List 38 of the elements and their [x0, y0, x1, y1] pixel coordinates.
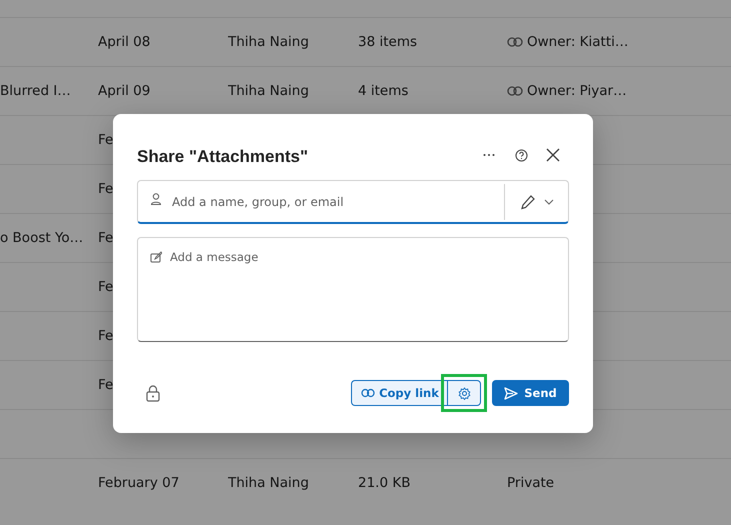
person-icon: [150, 192, 162, 204]
lock-icon: [146, 384, 160, 402]
message-field[interactable]: Add a message: [137, 237, 569, 342]
modified-date: Fe: [98, 181, 114, 197]
link-settings-button[interactable]: [447, 380, 481, 406]
sharing-status: Owner: Piyar…: [527, 83, 627, 99]
modified-date: April 08: [98, 34, 152, 50]
file-size: 4 items: [358, 83, 410, 99]
modified-date: Fe: [98, 230, 114, 246]
close-icon: [546, 148, 560, 162]
file-size: 21.0 KB: [358, 475, 412, 491]
settings-icon: [458, 386, 470, 400]
sharing-status: Owner: Kiatti…: [527, 34, 628, 50]
link-icon: [361, 388, 376, 398]
modified-date: Fe: [98, 377, 114, 393]
modified-date: February 07: [98, 475, 180, 491]
dialog-title: Share "Attachments": [137, 147, 310, 167]
modified-date: Fe: [98, 279, 114, 295]
send-icon: [504, 386, 518, 400]
modified-by: Thiha Naing: [228, 83, 310, 99]
message-icon: [150, 251, 162, 263]
modified-date: April 09: [98, 83, 152, 99]
modified-by: Thiha Naing: [228, 475, 310, 491]
pencil-icon: [520, 194, 536, 210]
help-icon: [514, 148, 528, 162]
more-icon: [483, 153, 495, 157]
chevron-down-icon: [544, 198, 554, 204]
modified-date: Fe: [98, 328, 114, 344]
recipients-field[interactable]: Add a name, group, or email: [137, 180, 569, 224]
file-size: 38 items: [358, 34, 418, 50]
sharing-status: Private: [507, 475, 554, 491]
file-name: Blurred I…: [0, 83, 72, 99]
file-name: o Boost Yo…: [0, 230, 84, 246]
modified-by: Thiha Naing: [228, 34, 310, 50]
modified-date: Fe: [98, 132, 114, 148]
send-button[interactable]: Send: [492, 380, 569, 406]
recipient-input[interactable]: Add a name, group, or email: [170, 194, 504, 210]
copy-link-button[interactable]: Copy link: [351, 380, 448, 406]
